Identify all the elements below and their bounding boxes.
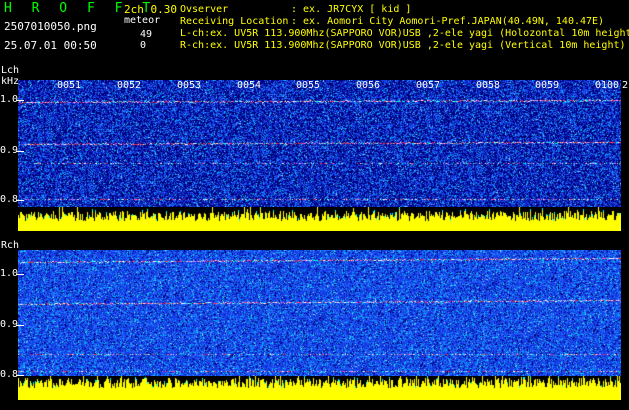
filename-label: 2507010050.png xyxy=(4,20,97,33)
lch-tick-mark xyxy=(16,200,24,201)
rch-tick-mark xyxy=(16,274,24,275)
rch-tick-mark xyxy=(16,325,24,326)
lch-waterfall xyxy=(18,80,621,207)
mode-label: 2ch 0.30 xyxy=(124,3,177,16)
time-label: 0058 xyxy=(476,80,501,91)
time-label: 0051 xyxy=(57,80,82,91)
lch-tick-mark xyxy=(16,100,24,101)
location-label: Receiving Location xyxy=(180,16,289,27)
location-value: : ex. Aomori City Aomori-Pref.JAPAN(40.4… xyxy=(291,16,605,27)
meteor-label: meteor xyxy=(124,15,161,26)
lch-info: L-ch:ex. UV5R 113.900Mhz(SAPPORO VOR)USB… xyxy=(180,28,629,39)
meteor-count-rch: 0 xyxy=(140,40,147,51)
time-label: 0059 xyxy=(535,80,560,91)
time-label: 0057 xyxy=(416,80,441,91)
time-label: 0054 xyxy=(237,80,262,91)
rch-waterfall xyxy=(18,250,621,376)
rch-tick-mark xyxy=(16,375,24,376)
meteor-count-lch: 49 xyxy=(140,29,153,40)
datetime-label: 25.07.01 00:50 xyxy=(4,39,97,52)
lch-tick-mark xyxy=(16,151,24,152)
observer-value: : ex. JR7CYX [ kid ] xyxy=(291,4,412,15)
time-label: 0055 xyxy=(296,80,321,91)
time-label: 0056 xyxy=(356,80,381,91)
rch-label: Rch xyxy=(1,240,20,251)
time-label: 0100 xyxy=(595,80,620,91)
end-marker: 2 xyxy=(622,80,629,91)
time-label: 0052 xyxy=(117,80,142,91)
observer-label: Ovserver xyxy=(180,4,229,15)
rch-level-bars xyxy=(18,376,621,400)
lch-level-bars xyxy=(18,207,621,231)
lch-unit: kHz xyxy=(1,76,20,87)
rch-info: R-ch:ex. UV5R 113.900Mhz(SAPPORO VOR)USB… xyxy=(180,40,626,51)
time-label: 0053 xyxy=(177,80,202,91)
lch-label: Lch xyxy=(1,65,20,76)
